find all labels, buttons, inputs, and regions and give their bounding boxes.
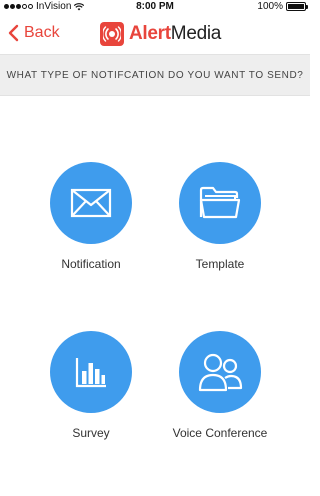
chevron-left-icon	[8, 24, 19, 42]
battery-percent: 100%	[257, 1, 283, 12]
voice-conference-label: Voice Conference	[172, 426, 268, 440]
notification-label: Notification	[61, 257, 121, 271]
survey-option-button[interactable]	[50, 331, 132, 413]
nav-bar: Back AlertMedia	[0, 14, 310, 54]
template-option-button[interactable]	[179, 162, 261, 244]
template-label: Template	[195, 257, 245, 271]
alertmedia-logo-icon	[100, 22, 124, 46]
brand-name: AlertMedia	[129, 23, 221, 45]
template-option[interactable]: Template	[160, 162, 280, 271]
survey-option[interactable]: Survey	[31, 331, 151, 440]
brand-prefix: Alert	[129, 23, 171, 44]
back-label: Back	[24, 24, 60, 41]
notification-option[interactable]: Notification	[31, 162, 151, 271]
folder-icon	[199, 186, 241, 219]
battery-icon	[286, 2, 308, 11]
status-right: 100%	[257, 1, 308, 12]
app-logo: AlertMedia	[100, 22, 221, 46]
voice-conference-option[interactable]: Voice Conference	[160, 331, 280, 440]
brand-suffix: Media	[170, 23, 222, 44]
notification-option-button[interactable]	[50, 162, 132, 244]
question-heading: WHAT TYPE OF NOTIFCATION DO YOU WANT TO …	[0, 54, 310, 96]
back-button[interactable]: Back	[6, 24, 60, 42]
survey-label: Survey	[72, 426, 110, 440]
question-text: WHAT TYPE OF NOTIFCATION DO YOU WANT TO …	[6, 69, 304, 81]
bar-chart-icon	[75, 358, 106, 388]
envelope-icon	[70, 188, 112, 218]
battery-fill	[288, 4, 304, 9]
users-icon	[198, 353, 243, 392]
voice-conference-option-button[interactable]	[179, 331, 261, 413]
status-bar: InVision 8:00 PM 100%	[0, 0, 310, 14]
